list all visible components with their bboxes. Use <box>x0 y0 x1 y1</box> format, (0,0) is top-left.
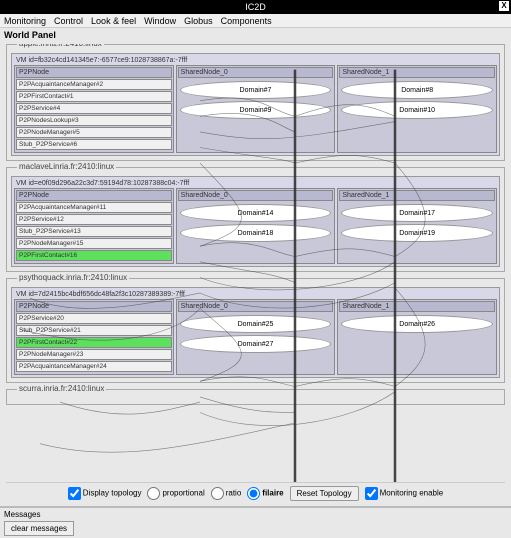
node-header: SharedNode_1 <box>339 301 495 312</box>
domain-oval[interactable]: Domain#19 <box>341 224 493 242</box>
titlebar: IC2D X <box>0 0 511 14</box>
menu-window[interactable]: Window <box>144 16 176 26</box>
active-object[interactable]: P2PNodesLookup#3 <box>16 115 172 126</box>
active-object[interactable]: P2PNodeManager#5 <box>16 127 172 138</box>
domain-oval[interactable]: Domain#14 <box>180 204 332 222</box>
domain-oval[interactable]: Domain#7 <box>180 81 332 99</box>
domain-oval[interactable]: Domain#10 <box>341 101 493 119</box>
ratio-radio[interactable]: ratio <box>211 487 242 500</box>
world-panel-label: World Panel <box>4 30 56 40</box>
node-column[interactable]: SharedNode_1 Domain#17 Domain#19 <box>337 188 497 264</box>
active-object[interactable]: Stub_P2PService#21 <box>16 325 172 336</box>
menu-look-feel[interactable]: Look & feel <box>91 16 136 26</box>
world-panel: World Panel apple.inria.fr:2410:linux VM … <box>0 28 511 506</box>
node-header: SharedNode_1 <box>339 190 495 201</box>
active-object[interactable]: Stub_P2PService#6 <box>16 139 172 150</box>
node-column[interactable]: P2PNodeP2PService#20Stub_P2PService#21P2… <box>14 299 174 375</box>
host-group[interactable]: psythoquack.inria.fr:2410:linuxVM id=7d2… <box>6 278 505 383</box>
node-header: SharedNode_0 <box>178 190 334 201</box>
proportional-radio[interactable]: proportional <box>147 487 204 500</box>
panel-content[interactable]: apple.inria.fr:2410:linux VM id=fb32c4cd1… <box>6 44 505 478</box>
menu-control[interactable]: Control <box>54 16 83 26</box>
node-column[interactable]: P2PNodeP2PAcquaintanceManager#11P2PServi… <box>14 188 174 264</box>
node-header: SharedNode_0 <box>178 301 334 312</box>
node-column[interactable]: SharedNode_1 Domain#26 <box>337 299 497 375</box>
menubar: Monitoring Control Look & feel Window Gl… <box>0 14 511 28</box>
nodes-row: P2PNodeP2PAcquaintanceManager#2P2PFirstC… <box>14 65 497 153</box>
vm-box: VM id=fb32c4cd141345e7:-6577ce9:10287388… <box>11 53 500 156</box>
filaire-radio[interactable]: filaire <box>247 487 283 500</box>
node-column[interactable]: P2PNodeP2PAcquaintanceManager#2P2PFirstC… <box>14 65 174 153</box>
clear-messages-button[interactable]: clear messages <box>4 521 74 536</box>
vm-id: VM id=7d2415bc4bdf656dc48fa2f3c102873893… <box>14 290 497 299</box>
active-object[interactable]: P2PService#20 <box>16 313 172 324</box>
vm-box: VM id=7d2415bc4bdf656dc48fa2f3c102873893… <box>11 287 500 378</box>
node-header: P2PNode <box>16 301 172 312</box>
domain-oval[interactable]: Domain#27 <box>180 335 332 353</box>
node-header: SharedNode_1 <box>339 67 495 78</box>
domain-oval[interactable]: Domain#8 <box>341 81 493 99</box>
close-icon[interactable]: X <box>499 1 509 11</box>
domain-oval[interactable]: Domain#26 <box>341 315 493 333</box>
controls-bar: Display topology proportional ratio fila… <box>6 482 505 502</box>
active-object[interactable]: P2PFirstContact#1 <box>16 91 172 102</box>
active-object[interactable]: P2PFirstContact#22 <box>16 337 172 348</box>
domain-oval[interactable]: Domain#25 <box>180 315 332 333</box>
nodes-row: P2PNodeP2PAcquaintanceManager#11P2PServi… <box>14 188 497 264</box>
host-group[interactable]: maclaveLinria.fr:2410:linuxVM id=e0f09d2… <box>6 167 505 272</box>
vm-id: VM id=e0f09d296a22c3d7:59194d78:10287388… <box>14 179 497 188</box>
active-object[interactable]: P2PNodeManager#23 <box>16 349 172 360</box>
host-title: psythoquack.inria.fr:2410:linux <box>17 273 129 282</box>
domain-oval[interactable]: Domain#9 <box>180 101 332 119</box>
menu-components[interactable]: Components <box>221 16 272 26</box>
active-object[interactable]: P2PAcquaintanceManager#11 <box>16 202 172 213</box>
host-title: apple.inria.fr:2410:linux <box>17 44 104 48</box>
active-object[interactable]: Stub_P2PService#13 <box>16 226 172 237</box>
node-column[interactable]: SharedNode_0 Domain#25 Domain#27 <box>176 299 336 375</box>
messages-label: Messages <box>4 510 507 519</box>
window-title: IC2D <box>245 2 266 12</box>
vm-id: VM id=fb32c4cd141345e7:-6577ce9:10287388… <box>14 56 497 65</box>
host-group[interactable]: scurra.inria.fr:2410:linux <box>6 389 505 405</box>
node-header: P2PNode <box>16 190 172 201</box>
active-object[interactable]: P2PNodeManager#15 <box>16 238 172 249</box>
active-object[interactable]: P2PService#4 <box>16 103 172 114</box>
reset-topology-button[interactable]: Reset Topology <box>290 486 359 501</box>
node-column[interactable]: SharedNode_1 Domain#8 Domain#10 <box>337 65 497 153</box>
vm-box: VM id=e0f09d296a22c3d7:59194d78:10287388… <box>11 176 500 267</box>
host-group[interactable]: apple.inria.fr:2410:linux VM id=fb32c4cd1… <box>6 44 505 161</box>
monitoring-enable-checkbox[interactable]: Monitoring enable <box>365 487 444 500</box>
messages-panel: Messages clear messages <box>0 506 511 538</box>
domain-oval[interactable]: Domain#17 <box>341 204 493 222</box>
node-column[interactable]: SharedNode_0 Domain#7 Domain#9 <box>176 65 336 153</box>
domain-oval[interactable]: Domain#18 <box>180 224 332 242</box>
menu-monitoring[interactable]: Monitoring <box>4 16 46 26</box>
node-column[interactable]: SharedNode_0 Domain#14 Domain#18 <box>176 188 336 264</box>
active-object[interactable]: P2PFirstContact#16 <box>16 250 172 261</box>
host-title: scurra.inria.fr:2410:linux <box>17 384 106 393</box>
nodes-row: P2PNodeP2PService#20Stub_P2PService#21P2… <box>14 299 497 375</box>
node-header: SharedNode_0 <box>178 67 334 78</box>
active-object[interactable]: P2PAcquaintanceManager#2 <box>16 79 172 90</box>
menu-globus[interactable]: Globus <box>184 16 213 26</box>
node-header: P2PNode <box>16 67 172 78</box>
host-title: maclaveLinria.fr:2410:linux <box>17 162 116 171</box>
display-topology-checkbox[interactable]: Display topology <box>68 487 142 500</box>
active-object[interactable]: P2PService#12 <box>16 214 172 225</box>
active-object[interactable]: P2PAcquaintanceManager#24 <box>16 361 172 372</box>
